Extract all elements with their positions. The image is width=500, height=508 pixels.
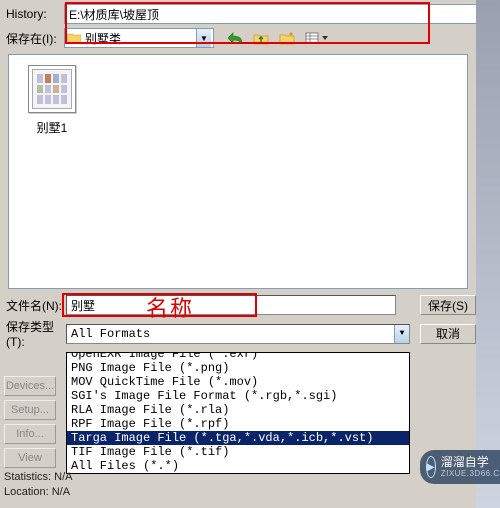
material-thumbnail-icon <box>28 65 76 113</box>
filetype-value: All Formats <box>71 327 150 341</box>
format-option[interactable]: PNG Image File (*.png) <box>67 361 409 375</box>
history-label: History: <box>4 7 64 21</box>
save-dialog: History: ▼ 保存在(I): 别墅类 ▼ <box>0 0 500 508</box>
left-side-buttons: Devices... Setup... Info... View <box>4 376 56 468</box>
savein-row: 保存在(I): 别墅类 ▼ <box>4 28 496 48</box>
format-option[interactable]: RPF Image File (*.rpf) <box>67 417 409 431</box>
history-input[interactable] <box>64 4 480 24</box>
save-button[interactable]: 保存(S) <box>420 295 476 315</box>
format-option[interactable]: Targa Image File (*.tga,*.vda,*.icb,*.vs… <box>67 431 409 445</box>
filetype-dropdown-list[interactable]: All FormatsAVI File (*.avi)BMP Image Fil… <box>66 352 410 474</box>
up-one-level-icon[interactable] <box>252 29 270 47</box>
savein-dropdown[interactable]: 别墅类 ▼ <box>64 28 214 48</box>
history-row: History: ▼ <box>4 4 496 24</box>
info-button[interactable]: Info... <box>4 424 56 444</box>
file-item-label: 别墅1 <box>17 119 87 136</box>
back-icon[interactable] <box>226 29 244 47</box>
format-option[interactable]: All Files (*.*) <box>67 459 409 473</box>
file-item[interactable]: 别墅1 <box>17 65 87 136</box>
right-decorative-strip <box>476 0 500 508</box>
format-option[interactable]: OpenEXR Image File (*.exr) <box>67 352 409 361</box>
statistics-text: Statistics: N/A <box>4 470 72 485</box>
stats-block: Statistics: N/A Location: N/A <box>4 470 72 500</box>
views-icon[interactable] <box>304 29 330 47</box>
filetype-label: 保存类型(T): <box>4 318 66 349</box>
watermark-site: ZIXUE.3D66.COM <box>441 469 500 478</box>
savein-value: 别墅类 <box>85 30 196 47</box>
format-option[interactable]: RLA Image File (*.rla) <box>67 403 409 417</box>
chevron-down-icon[interactable]: ▼ <box>394 325 409 343</box>
format-option[interactable]: TIF Image File (*.tif) <box>67 445 409 459</box>
folder-icon <box>67 32 81 44</box>
filetype-combo[interactable]: All Formats ▼ <box>66 324 410 344</box>
view-button[interactable]: View <box>4 448 56 468</box>
filename-label: 文件名(N): <box>4 297 66 314</box>
file-browser-area[interactable]: 别墅1 <box>8 54 468 289</box>
savein-toolbar <box>226 29 330 47</box>
chevron-down-icon[interactable]: ▼ <box>196 29 211 47</box>
new-folder-icon[interactable] <box>278 29 296 47</box>
play-icon: ▶ <box>426 456 436 478</box>
filename-input[interactable] <box>66 295 396 315</box>
setup-button[interactable]: Setup... <box>4 400 56 420</box>
format-option[interactable]: SGI's Image File Format (*.rgb,*.sgi) <box>67 389 409 403</box>
lower-panel: 文件名(N): 名称 保存(S) 保存类型(T): All Formats ▼ … <box>4 295 496 474</box>
location-text: Location: N/A <box>4 485 72 500</box>
devices-button[interactable]: Devices... <box>4 376 56 396</box>
watermark-title: 溜溜自学 <box>441 456 500 469</box>
savein-label: 保存在(I): <box>4 30 64 47</box>
cancel-button[interactable]: 取消 <box>420 324 476 344</box>
watermark-badge: ▶ 溜溜自学 ZIXUE.3D66.COM <box>420 450 500 484</box>
format-option[interactable]: MOV QuickTime File (*.mov) <box>67 375 409 389</box>
